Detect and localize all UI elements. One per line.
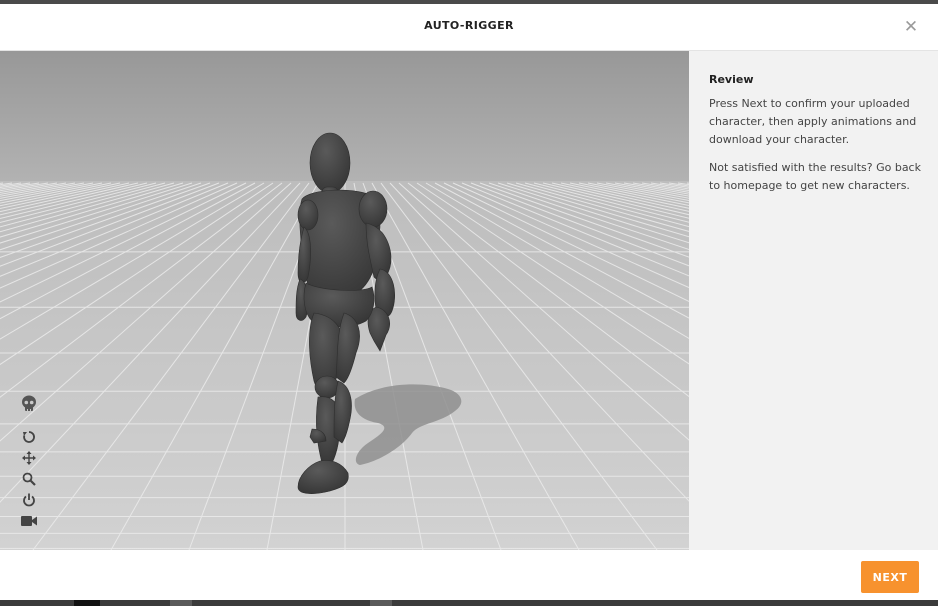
zoom-icon[interactable] [18,470,40,488]
next-button[interactable]: NEXT [861,561,919,593]
auto-rigger-modal: AUTO-RIGGER ✕ Review Press Next to confi… [0,4,938,600]
skull-icon[interactable] [18,395,40,413]
modal-header: AUTO-RIGGER ✕ [0,4,938,51]
review-panel: Review Press Next to confirm your upload… [689,51,938,550]
modal-title: AUTO-RIGGER [424,19,514,32]
modal-footer: NEXT [0,550,938,600]
panel-hint: Not satisfied with the results? Go back … [709,161,921,192]
close-icon[interactable]: ✕ [900,16,922,38]
3d-viewport[interactable] [0,51,689,550]
panel-instructions: Press Next to confirm your uploaded char… [709,97,917,146]
panel-heading: Review [709,73,754,86]
3d-scene [0,51,689,550]
rotate-icon[interactable] [18,428,40,446]
move-icon[interactable] [18,449,40,467]
power-icon[interactable] [18,491,40,509]
background-strip [0,600,938,606]
camera-icon[interactable] [18,512,40,530]
